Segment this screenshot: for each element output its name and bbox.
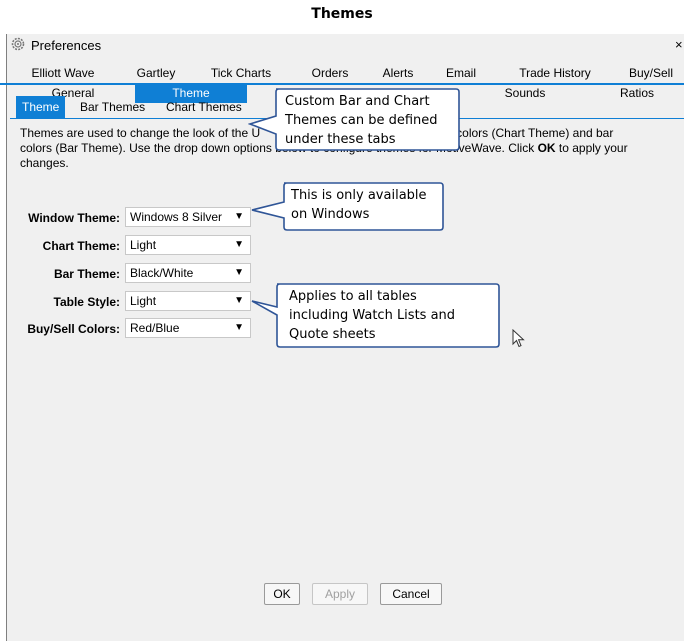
tab-gartley[interactable]: Gartley [131, 64, 181, 83]
callout-tables: Applies to all tables including Watch Li… [250, 281, 502, 351]
callout-tabs: Custom Bar and Chart Themes can be defin… [248, 86, 462, 156]
table-style-select[interactable]: Light ▼ [125, 291, 251, 311]
subtab-chart-themes[interactable]: Chart Themes [160, 96, 248, 118]
callout-tables-line2: including Watch Lists and [289, 308, 456, 323]
window-theme-value: Windows 8 Silver [130, 210, 223, 224]
callout-tabs-line3: under these tabs [285, 132, 396, 147]
desc-line3: changes. [20, 156, 69, 170]
ok-button[interactable]: OK [264, 583, 300, 605]
tab-elliott-wave[interactable]: Elliott Wave [27, 64, 99, 83]
document-title: Themes [311, 6, 373, 22]
cancel-button[interactable]: Cancel [380, 583, 442, 605]
label-bar-theme: Bar Theme: [53, 267, 120, 281]
desc-line1-start: Themes are used to change the look of th… [20, 126, 261, 140]
tab-trade-history[interactable]: Trade History [507, 64, 603, 83]
window-theme-select[interactable]: Windows 8 Silver ▼ [125, 207, 251, 227]
callout-windows: This is only available on Windows [250, 180, 446, 234]
callout-windows-line2: on Windows [291, 207, 370, 222]
desc-line2-start: colors (Bar Theme). Use the drop down op… [20, 141, 276, 155]
apply-button[interactable]: Apply [312, 583, 368, 605]
triangle-down-icon: ▼ [234, 267, 244, 278]
tab-alerts[interactable]: Alerts [377, 64, 419, 83]
desc-ok-word: OK [537, 141, 556, 155]
triangle-down-icon: ▼ [234, 239, 244, 250]
desc-line2-end: to apply your [555, 141, 628, 155]
tab-buy-sell[interactable]: Buy/Sell [617, 64, 684, 83]
callout-windows-line1: This is only available [291, 188, 427, 203]
label-table-style: Table Style: [53, 295, 120, 309]
callout-tabs-line2: Themes can be defined [285, 113, 438, 128]
tab-orders[interactable]: Orders [305, 64, 355, 83]
buy-sell-colors-select[interactable]: Red/Blue ▼ [125, 318, 251, 338]
buy-sell-colors-value: Red/Blue [130, 321, 180, 335]
mouse-cursor-icon [512, 329, 525, 348]
label-window-theme: Window Theme: [28, 211, 120, 225]
chart-theme-value: Light [130, 238, 157, 252]
label-chart-theme: Chart Theme: [42, 239, 120, 253]
tab-ratios[interactable]: Ratios [607, 84, 667, 103]
triangle-down-icon: ▼ [234, 295, 244, 306]
callout-tabs-line1: Custom Bar and Chart [285, 94, 430, 109]
bar-theme-select[interactable]: Black/White ▼ [125, 263, 251, 283]
close-icon[interactable]: × [675, 37, 683, 52]
tab-underline [0, 83, 684, 85]
subtab-theme[interactable]: Theme [16, 96, 66, 118]
tab-tick-charts[interactable]: Tick Charts [205, 64, 277, 83]
callout-tables-line1: Applies to all tables [289, 289, 417, 304]
subtab-bar-themes[interactable]: Bar Themes [74, 96, 151, 118]
tab-sounds[interactable]: Sounds [495, 84, 555, 103]
triangle-down-icon: ▼ [234, 211, 244, 222]
tab-email[interactable]: Email [439, 64, 483, 83]
bar-theme-value: Black/White [130, 266, 194, 280]
table-style-value: Light [130, 294, 157, 308]
chart-theme-select[interactable]: Light ▼ [125, 235, 251, 255]
window-title: Preferences [31, 38, 102, 53]
gear-icon [11, 37, 25, 51]
label-buy-sell-colors: Buy/Sell Colors: [27, 322, 120, 336]
title-bar: Preferences × [7, 34, 684, 56]
callout-tables-line3: Quote sheets [289, 327, 376, 342]
triangle-down-icon: ▼ [234, 322, 244, 333]
